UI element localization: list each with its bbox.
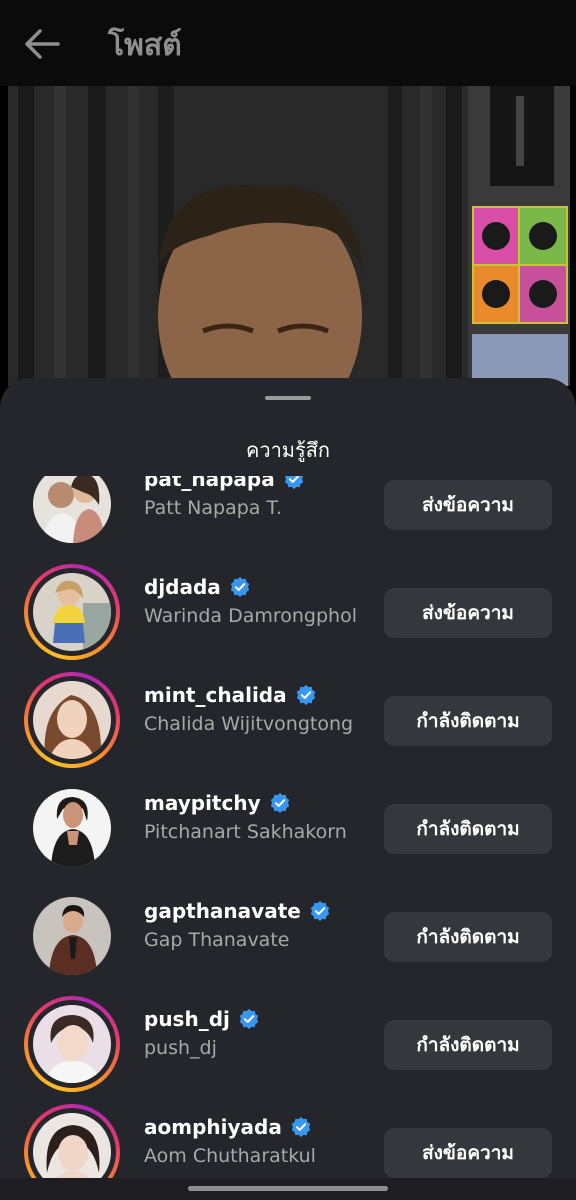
following-button[interactable]: กำลังติดตาม [384,912,552,962]
drag-handle[interactable] [265,396,311,400]
following-button[interactable]: กำลังติดตาม [384,1020,552,1070]
list-item[interactable]: maypitchy Pitchanart Sakhakorn กำลังติดต… [0,774,576,882]
full-name: Chalida Wijitvongtong [144,713,354,735]
avatar[interactable] [24,996,120,1092]
sheet-title: ความรู้สึก [245,438,331,462]
verified-badge-icon [296,684,315,706]
username[interactable]: maypitchy [144,791,261,815]
verified-badge-icon [270,792,289,814]
verified-badge-icon [291,1116,311,1138]
message-button[interactable]: ส่งข้อความ [384,588,552,638]
full-name: Aom Chutharatkul [144,1145,316,1167]
full-name: Patt Napapa T. [144,497,282,519]
username[interactable]: gapthanavate [144,899,301,923]
list-item[interactable]: pat_napapa Patt Napapa T. ส่งข้อความ [0,476,576,558]
username[interactable]: pat_napapa [144,476,275,491]
message-button[interactable]: ส่งข้อความ [384,480,552,530]
verified-badge-icon [239,1008,259,1030]
verified-badge-icon [310,900,329,922]
back-arrow-icon[interactable] [22,26,62,62]
avatar[interactable] [24,888,120,984]
post-image[interactable] [8,86,570,386]
verified-badge-icon [230,576,249,598]
following-button[interactable]: กำลังติดตาม [384,696,552,746]
top-bar: โพสต์ [0,0,576,86]
username[interactable]: aomphiyada [144,1115,282,1139]
avatar[interactable] [24,780,120,876]
full-name: Warinda Damrongphol [144,605,357,627]
full-name: Pitchanart Sakhakorn [144,821,347,843]
home-indicator[interactable] [188,1186,388,1191]
avatar[interactable] [24,672,120,768]
username[interactable]: djdada [144,575,221,599]
username[interactable]: mint_chalida [144,683,287,707]
message-button[interactable]: ส่งข้อความ [384,1128,552,1178]
list-item[interactable]: gapthanavate Gap Thanavate กำลังติดตาม [0,882,576,990]
page-title: โพสต์ [108,28,182,63]
full-name: Gap Thanavate [144,929,290,951]
user-list: pat_napapa Patt Napapa T. ส่งข้อความ djd… [0,476,576,1200]
list-item[interactable]: mint_chalida Chalida Wijitvongtong กำลัง… [0,666,576,774]
reactions-sheet: ความรู้สึก pat_napapa Patt Napapa T. ส่ง… [0,378,576,1200]
verified-badge-icon [284,476,303,490]
avatar[interactable] [24,476,120,552]
following-button[interactable]: กำลังติดตาม [384,804,552,854]
list-item[interactable]: djdada Warinda Damrongphol ส่งข้อความ [0,558,576,666]
avatar[interactable] [24,564,120,660]
username[interactable]: push_dj [144,1007,230,1031]
full-name: push_dj [144,1037,217,1059]
list-item[interactable]: push_dj push_dj กำลังติดตาม [0,990,576,1098]
